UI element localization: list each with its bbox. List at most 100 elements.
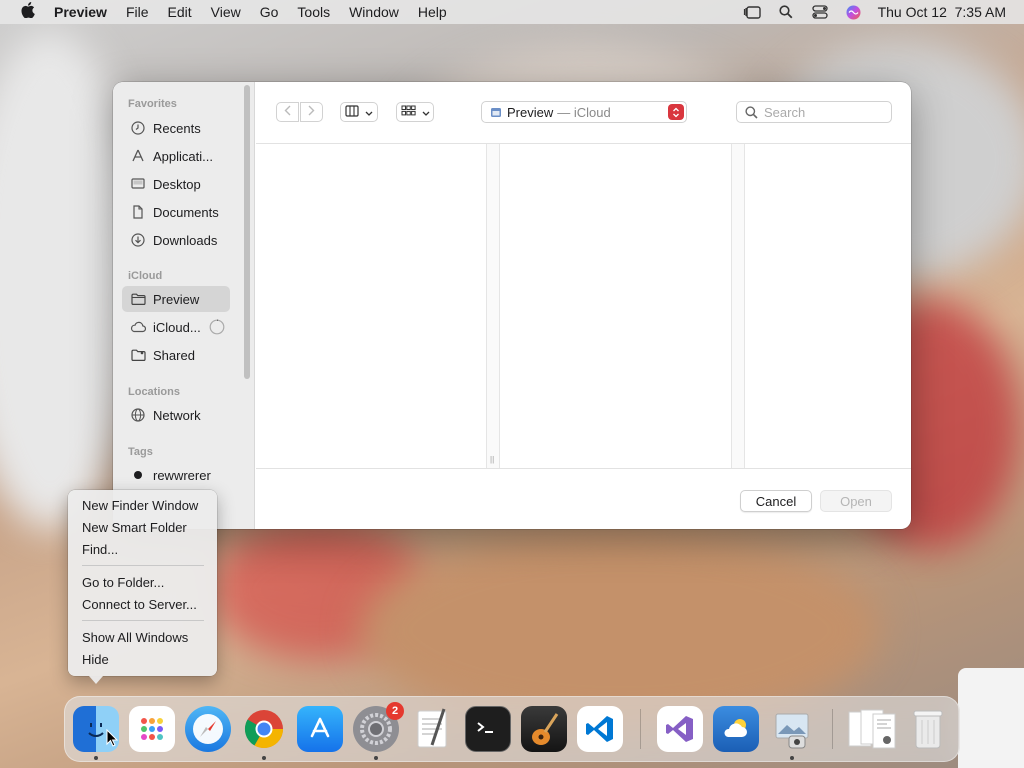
appstore-icon[interactable] (297, 706, 343, 752)
menu-window[interactable]: Window (349, 4, 399, 20)
search-field[interactable] (736, 101, 892, 123)
dialog-footer: Cancel Open (256, 468, 911, 529)
cloud-icon (130, 319, 146, 335)
garageband-icon[interactable] (521, 706, 567, 752)
column-divider[interactable]: || (486, 144, 500, 468)
control-center-icon[interactable] (810, 4, 830, 20)
view-mode-column-button[interactable] (340, 102, 378, 122)
location-name: Preview (507, 104, 554, 120)
dock: 2 (64, 696, 960, 762)
sidebar-item-desktop[interactable]: Desktop (122, 171, 230, 197)
menu-item-hide[interactable]: Hide (82, 649, 109, 669)
vscode-icon[interactable] (577, 706, 623, 752)
sidebar-item-label: Desktop (153, 176, 201, 192)
menu-edit[interactable]: Edit (168, 4, 192, 20)
column-divider[interactable] (731, 144, 745, 468)
menu-item-new-smart-folder[interactable]: New Smart Folder (82, 517, 187, 537)
sidebar-item-recents[interactable]: Recents (122, 115, 230, 141)
stack-icon[interactable] (847, 706, 897, 752)
browser-column-1[interactable] (256, 144, 486, 468)
cancel-button[interactable]: Cancel (740, 490, 812, 512)
preview-folder-icon (490, 107, 502, 118)
menu-file[interactable]: File (126, 4, 149, 20)
stage-manager-icon[interactable] (742, 4, 762, 20)
menu-item-connect-to-server[interactable]: Connect to Server... (82, 594, 197, 614)
menu-pointer (89, 676, 103, 684)
sidebar-item-network[interactable]: Network (122, 402, 230, 428)
sidebar-item-icloud-drive[interactable]: iCloud... (122, 314, 230, 340)
menu-item-go-to-folder[interactable]: Go to Folder... (82, 572, 164, 592)
sidebar-item-preview[interactable]: Preview (122, 286, 230, 312)
sidebar-item-label: Downloads (153, 232, 218, 248)
menubar-clock[interactable]: Thu Oct 12 7:35 AM (878, 4, 1006, 20)
shared-folder-icon (130, 347, 146, 363)
weather-icon[interactable] (713, 706, 759, 752)
browser-column-3[interactable] (746, 144, 911, 468)
menu-go[interactable]: Go (260, 4, 279, 20)
menu-separator (82, 620, 204, 621)
sidebar-item-shared[interactable]: Shared (122, 342, 230, 368)
running-indicator (262, 756, 266, 760)
folder-icon (130, 291, 146, 307)
document-icon (130, 204, 146, 220)
sidebar-item-applications[interactable]: Applicati... (122, 143, 230, 169)
sidebar-item-tag-rewwrerer[interactable]: rewwrerer (122, 462, 230, 488)
running-indicator (374, 756, 378, 760)
column-browser: || (256, 144, 911, 468)
mouse-cursor-icon (106, 728, 119, 750)
notification-panel-edge (958, 668, 1024, 768)
column-resize-grip-icon[interactable]: || (490, 455, 494, 464)
sidebar-heading-favorites: Favorites (128, 98, 177, 110)
apps-icon (130, 148, 146, 164)
menu-separator (82, 565, 204, 566)
terminal-icon[interactable] (465, 706, 511, 752)
menu-tools[interactable]: Tools (297, 4, 330, 20)
sidebar-item-label: Preview (153, 291, 200, 307)
textedit-icon[interactable] (409, 706, 455, 752)
sidebar-heading-locations: Locations (128, 386, 180, 398)
tag-dot-icon (130, 467, 146, 483)
menu-item-show-all-windows[interactable]: Show All Windows (82, 627, 188, 647)
clock-icon (130, 120, 146, 136)
chevron-right-icon (308, 105, 315, 119)
sidebar-item-label: Shared (153, 347, 195, 363)
menu-item-find[interactable]: Find... (82, 539, 118, 559)
sidebar-heading-icloud: iCloud (128, 270, 163, 282)
search-icon (745, 105, 758, 119)
sidebar-item-downloads[interactable]: Downloads (122, 227, 230, 253)
chrome-icon[interactable] (241, 706, 287, 752)
dock-separator (832, 709, 833, 749)
preview-icon[interactable] (769, 706, 815, 752)
menu-item-new-finder-window[interactable]: New Finder Window (82, 495, 198, 515)
open-button[interactable]: Open (820, 490, 892, 512)
sidebar-item-documents[interactable]: Documents (122, 199, 230, 225)
search-input[interactable] (764, 104, 884, 120)
menu-app-name[interactable]: Preview (54, 4, 107, 20)
browser-column-2[interactable] (501, 144, 731, 468)
back-button[interactable] (276, 102, 299, 122)
spotlight-search-icon[interactable] (776, 4, 796, 20)
grid-icon (401, 105, 416, 119)
launchpad-icon[interactable] (129, 706, 175, 752)
desktop-icon (130, 176, 146, 192)
sidebar-item-label: Recents (153, 120, 201, 136)
finder-dock-menu: New Finder Window New Smart Folder Find.… (68, 490, 217, 676)
safari-icon[interactable] (185, 706, 231, 752)
dialog-toolbar: Preview — iCloud (256, 82, 911, 144)
download-icon (130, 232, 146, 248)
menu-help[interactable]: Help (418, 4, 447, 20)
siri-icon[interactable] (844, 4, 864, 20)
location-popup[interactable]: Preview — iCloud (481, 101, 687, 123)
apple-menu-icon[interactable] (18, 2, 38, 22)
trash-icon[interactable] (905, 706, 951, 752)
menu-view[interactable]: View (211, 4, 241, 20)
columns-view-icon (345, 104, 359, 120)
sidebar-item-label: Applicati... (153, 148, 213, 164)
visualstudio-icon[interactable] (657, 706, 703, 752)
sync-progress-icon (209, 319, 225, 335)
forward-button[interactable] (300, 102, 323, 122)
sidebar-item-label: rewwrerer (153, 467, 211, 483)
sidebar-scrollbar[interactable] (244, 85, 250, 379)
location-sub: — iCloud (557, 104, 611, 120)
group-by-button[interactable] (396, 102, 434, 122)
